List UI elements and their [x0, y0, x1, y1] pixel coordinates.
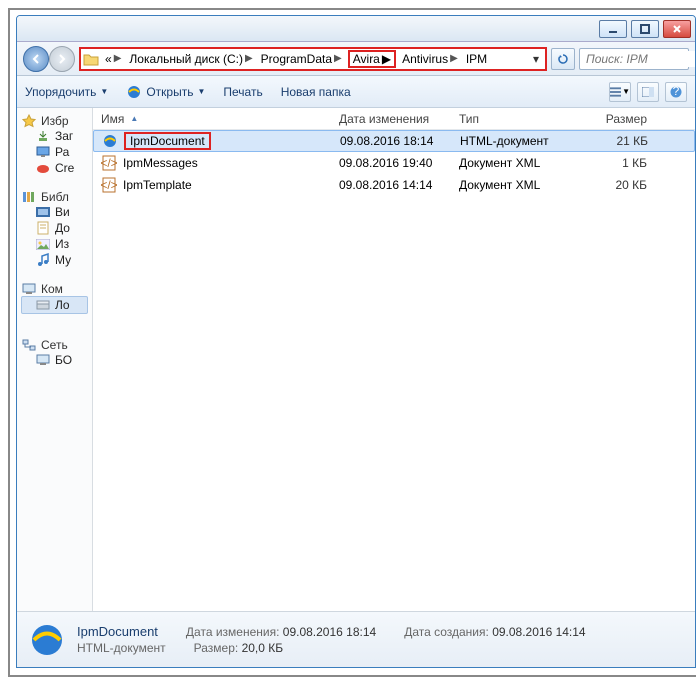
sidebar-item[interactable]: Cre: [21, 160, 88, 176]
file-row[interactable]: </> IpmTemplate 09.08.2016 14:14Документ X…: [93, 174, 695, 196]
refresh-button[interactable]: [551, 48, 575, 70]
column-headers[interactable]: Имя ▲ Дата изменения Тип Размер: [93, 108, 695, 130]
folder-icon: [83, 52, 99, 66]
minimize-button[interactable]: [599, 20, 627, 38]
download-icon: [35, 129, 51, 143]
video-icon: [35, 205, 51, 219]
file-date: 09.08.2016 14:14: [339, 178, 459, 192]
file-list: IpmDocument 09.08.2016 18:14HTML-документ…: [93, 130, 695, 196]
drive-icon: [35, 298, 51, 312]
cloud-icon: [35, 161, 51, 175]
file-icon: </>: [101, 177, 117, 193]
svg-text:</>: </>: [101, 178, 117, 192]
file-date: 09.08.2016 18:14: [340, 134, 460, 148]
svg-text:?: ?: [673, 86, 680, 98]
desktop-icon: [35, 145, 51, 159]
print-button[interactable]: Печать: [223, 85, 262, 99]
star-icon: [21, 114, 37, 128]
file-name: IpmTemplate: [123, 178, 192, 192]
ie-icon: [126, 84, 142, 100]
nav-buttons: [23, 46, 75, 72]
file-pane: Имя ▲ Дата изменения Тип Размер IpmDocume…: [93, 108, 695, 611]
main-area: Избр Заг Ра Cre Библ Ви До Из Му Ком Ло …: [17, 108, 695, 611]
svg-text:</>: </>: [101, 156, 117, 170]
file-row[interactable]: </> IpmMessages 09.08.2016 19:40Документ X…: [93, 152, 695, 174]
new-folder-button[interactable]: Новая папка: [281, 85, 351, 99]
sidebar-item[interactable]: Му: [21, 252, 88, 268]
back-button[interactable]: [23, 46, 49, 72]
breadcrumb-item-highlight[interactable]: Avira▶: [348, 50, 396, 68]
breadcrumb-item[interactable]: Antivirus▶: [400, 52, 460, 66]
library-icon: [21, 190, 37, 204]
music-icon: [35, 253, 51, 267]
navigation-row: «▶ Локальный диск (C:)▶ ProgramData▶ Avi…: [17, 42, 695, 76]
breadcrumb-item[interactable]: IPM: [464, 52, 489, 66]
sidebar-item[interactable]: Ви: [21, 204, 88, 220]
sidebar-favorites[interactable]: Избр: [21, 114, 88, 128]
explorer-window: «▶ Локальный диск (C:)▶ ProgramData▶ Avi…: [16, 15, 696, 668]
details-pane: IpmDocument Дата изменения: 09.08.2016 1…: [17, 611, 695, 667]
maximize-button[interactable]: [631, 20, 659, 38]
sidebar-item[interactable]: До: [21, 220, 88, 236]
file-size: 21 КБ: [580, 134, 660, 148]
titlebar: [17, 16, 695, 42]
sort-asc-icon: ▲: [130, 114, 138, 123]
close-button[interactable]: [663, 20, 691, 38]
sidebar-item[interactable]: БО: [21, 352, 88, 368]
document-icon: [35, 221, 51, 235]
sidebar-item-selected[interactable]: Ло: [21, 296, 88, 314]
file-type: Документ XML: [459, 178, 579, 192]
picture-icon: [35, 237, 51, 251]
breadcrumb-item[interactable]: ProgramData▶: [259, 52, 344, 66]
view-button[interactable]: ▼: [609, 82, 631, 102]
computer-icon: [35, 353, 51, 367]
col-type[interactable]: Тип: [459, 112, 579, 126]
sidebar-network[interactable]: Сеть: [21, 338, 88, 352]
help-button[interactable]: ?: [665, 82, 687, 102]
col-name[interactable]: Имя: [101, 112, 124, 126]
file-size: 1 КБ: [579, 156, 659, 170]
open-button[interactable]: Открыть▼: [126, 84, 205, 100]
sidebar-computer[interactable]: Ком: [21, 282, 88, 296]
file-name: IpmMessages: [123, 156, 198, 170]
ie-icon: [27, 620, 67, 660]
network-icon: [21, 338, 37, 352]
organize-button[interactable]: Упорядочить▼: [25, 85, 108, 99]
toolbar: Упорядочить▼ Открыть▼ Печать Новая папка…: [17, 76, 695, 108]
computer-icon: [21, 282, 37, 296]
file-date: 09.08.2016 19:40: [339, 156, 459, 170]
file-name-highlight: IpmDocument: [124, 132, 211, 150]
sidebar-item[interactable]: Ра: [21, 144, 88, 160]
sidebar-item[interactable]: Заг: [21, 128, 88, 144]
col-date[interactable]: Дата изменения: [339, 112, 459, 126]
file-size: 20 КБ: [579, 178, 659, 192]
file-icon: [102, 133, 118, 149]
details-name: IpmDocument: [77, 624, 158, 639]
breadcrumb-overflow[interactable]: «▶: [103, 52, 123, 66]
breadcrumb-item[interactable]: Локальный диск (C:)▶: [127, 52, 254, 66]
forward-button[interactable]: [49, 46, 75, 72]
col-size[interactable]: Размер: [579, 112, 659, 126]
sidebar-libraries[interactable]: Библ: [21, 190, 88, 204]
search-box[interactable]: [579, 48, 689, 70]
preview-pane-button[interactable]: [637, 82, 659, 102]
file-icon: </>: [101, 155, 117, 171]
sidebar: Избр Заг Ра Cre Библ Ви До Из Му Ком Ло …: [17, 108, 93, 611]
address-bar[interactable]: «▶ Локальный диск (C:)▶ ProgramData▶ Avi…: [79, 47, 547, 71]
file-row[interactable]: IpmDocument 09.08.2016 18:14HTML-документ…: [93, 130, 695, 152]
search-input[interactable]: [584, 51, 696, 67]
details-type: HTML-документ: [77, 641, 166, 655]
file-type: Документ XML: [459, 156, 579, 170]
file-type: HTML-документ: [460, 134, 580, 148]
address-dropdown[interactable]: ▾: [529, 52, 543, 66]
sidebar-item[interactable]: Из: [21, 236, 88, 252]
